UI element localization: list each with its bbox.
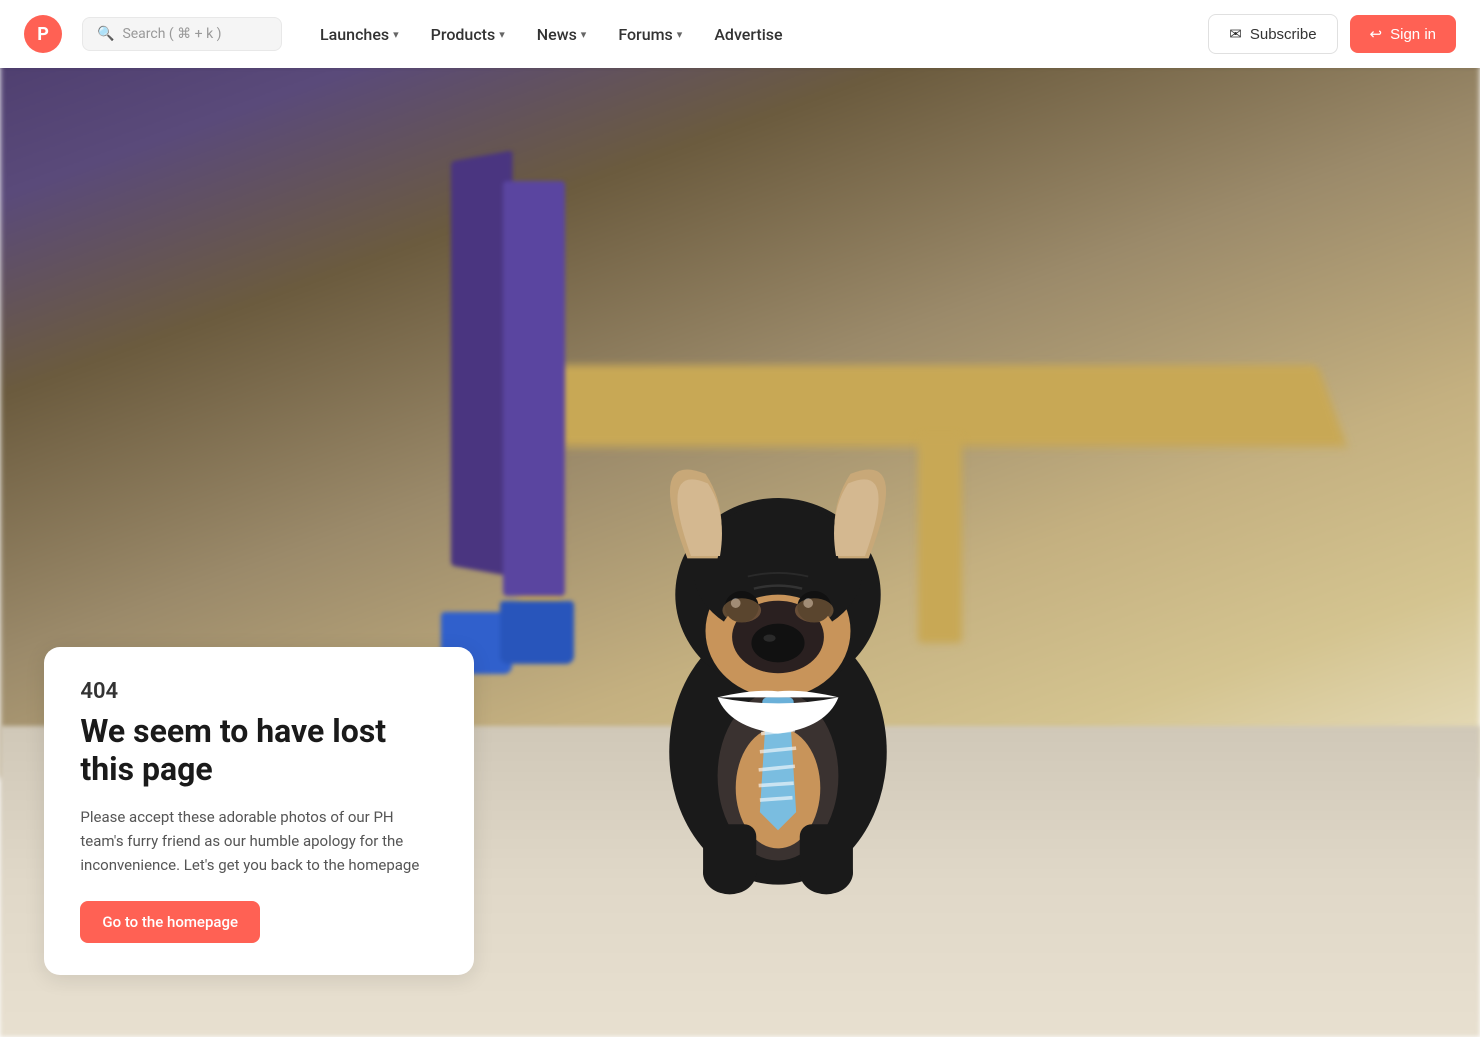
signin-label: Sign in: [1390, 26, 1436, 43]
nav-launches-label: Launches: [320, 25, 389, 44]
news-chevron-icon: ▾: [581, 28, 587, 41]
signin-icon: ↩: [1370, 25, 1383, 43]
search-icon: 🔍: [97, 26, 114, 42]
forums-chevron-icon: ▾: [677, 28, 683, 41]
nav-products-label: Products: [431, 25, 496, 44]
logo-letter: P: [37, 24, 49, 45]
leg-right: [503, 181, 565, 596]
subscribe-icon: ✉: [1229, 25, 1242, 43]
nav-advertise-label: Advertise: [714, 25, 782, 44]
launches-chevron-icon: ▾: [393, 28, 399, 41]
dog-svg: [588, 353, 968, 933]
nav-links: Launches ▾ Products ▾ News ▾ Forums ▾ Ad…: [306, 17, 1200, 52]
search-box[interactable]: 🔍 Search ( ⌘ + k ): [82, 17, 282, 51]
logo[interactable]: P: [24, 15, 62, 53]
search-placeholder: Search ( ⌘ + k ): [122, 26, 221, 42]
nav-advertise[interactable]: Advertise: [700, 17, 796, 52]
error-title: We seem to have lost this page: [80, 712, 438, 789]
subscribe-label: Subscribe: [1250, 26, 1317, 43]
dog-image: [588, 353, 968, 933]
nav-products[interactable]: Products ▾: [417, 17, 519, 52]
logo-container[interactable]: P: [24, 15, 62, 53]
nav-news[interactable]: News ▾: [523, 17, 601, 52]
nav-forums[interactable]: Forums ▾: [604, 17, 696, 52]
error-description: Please accept these adorable photos of o…: [80, 805, 438, 877]
subscribe-button[interactable]: ✉ Subscribe: [1208, 14, 1337, 54]
background-person: [414, 156, 592, 675]
nav-right: ✉ Subscribe ↩ Sign in: [1208, 14, 1456, 54]
shoe-right: [500, 601, 575, 663]
go-to-homepage-button[interactable]: Go to the homepage: [80, 901, 260, 943]
error-card: 404 We seem to have lost this page Pleas…: [44, 647, 474, 975]
go-to-homepage-label: Go to the homepage: [102, 913, 238, 931]
products-chevron-icon: ▾: [499, 28, 505, 41]
nav-news-label: News: [537, 25, 577, 44]
nav-forums-label: Forums: [618, 25, 672, 44]
nav-launches[interactable]: Launches ▾: [306, 17, 413, 52]
error-code: 404: [80, 679, 438, 704]
signin-button[interactable]: ↩ Sign in: [1350, 15, 1456, 53]
navbar: P 🔍 Search ( ⌘ + k ) Launches ▾ Products…: [0, 0, 1480, 68]
